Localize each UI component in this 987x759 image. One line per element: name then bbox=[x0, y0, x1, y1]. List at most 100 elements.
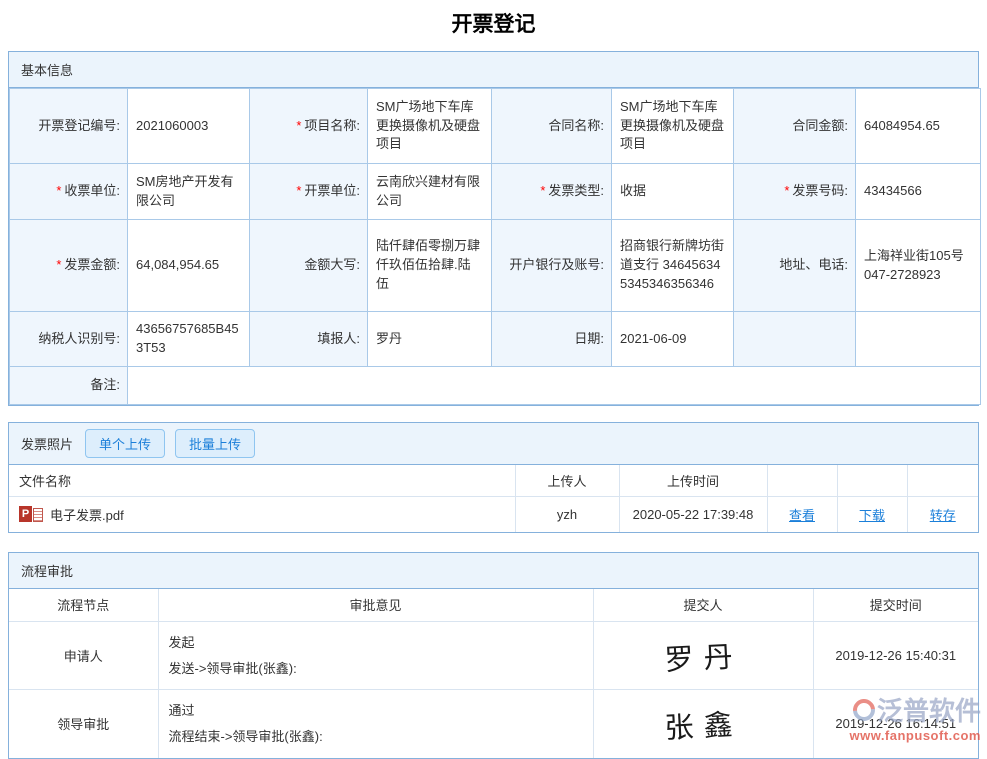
field-label-text: 地址、电话: bbox=[779, 257, 848, 272]
col-submitter: 提交人 bbox=[593, 589, 813, 622]
transfer-link[interactable]: 转存 bbox=[930, 508, 956, 523]
field-value: 陆仟肆佰零捌万肆仟玖佰伍拾肆.陆伍 bbox=[368, 220, 492, 312]
field-label: *发票金额: bbox=[10, 220, 128, 312]
col-action-1 bbox=[767, 465, 837, 497]
single-upload-button[interactable]: 单个上传 bbox=[85, 429, 165, 458]
field-label-text: 纳税人识别号: bbox=[38, 331, 120, 346]
basic-row-5: 备注: bbox=[10, 367, 981, 405]
file-name: 电子发票.pdf bbox=[50, 505, 124, 524]
file-upload-time: 2020-05-22 17:39:48 bbox=[619, 497, 767, 532]
field-value: 64084954.65 bbox=[856, 89, 981, 164]
field-value: 2021060003 bbox=[128, 89, 250, 164]
field-value: 罗丹 bbox=[368, 312, 492, 367]
pdf-icon-letter: P bbox=[19, 506, 32, 522]
field-value: SM广场地下车库更换摄像机及硬盘项目 bbox=[368, 89, 492, 164]
field-label: 合同金额: bbox=[734, 89, 856, 164]
col-opinion: 审批意见 bbox=[158, 589, 593, 622]
basic-info-panel: 基本信息 开票登记编号: 2021060003 *项目名称: SM广场地下车库更… bbox=[8, 51, 979, 406]
file-name-cell: P 电子发票.pdf bbox=[9, 497, 515, 532]
basic-info-header: 基本信息 bbox=[9, 52, 978, 88]
field-value: 43656757685B453T53 bbox=[128, 312, 250, 367]
approval-table: 流程节点 审批意见 提交人 提交时间 申请人 发起 发送->领导审批(张鑫): … bbox=[9, 589, 978, 758]
field-value: SM广场地下车库更换摄像机及硬盘项目 bbox=[612, 89, 734, 164]
field-label: *发票类型: bbox=[492, 164, 612, 220]
approval-table-header: 流程节点 审批意见 提交人 提交时间 bbox=[9, 589, 978, 622]
invoice-photos-panel: 发票照片 单个上传 批量上传 文件名称 上传人 上传时间 P 电子发票 bbox=[8, 422, 979, 533]
required-mark: * bbox=[540, 183, 545, 198]
files-table-header: 文件名称 上传人 上传时间 bbox=[9, 465, 978, 497]
col-flow-node: 流程节点 bbox=[9, 589, 158, 622]
required-mark: * bbox=[784, 183, 789, 198]
field-label-text: 开户银行及账号: bbox=[509, 257, 604, 272]
submitter-signature: 罗丹 bbox=[603, 629, 804, 681]
basic-info-table: 开票登记编号: 2021060003 *项目名称: SM广场地下车库更换摄像机及… bbox=[9, 88, 981, 405]
page-title: 开票登记 bbox=[0, 0, 987, 38]
field-label-text: 金额大写: bbox=[304, 257, 360, 272]
required-mark: * bbox=[56, 257, 61, 272]
field-label-text: 开票登记编号: bbox=[38, 118, 120, 133]
col-submit-time: 提交时间 bbox=[813, 589, 978, 622]
field-value: 云南欣兴建材有限公司 bbox=[368, 164, 492, 220]
field-label: 备注: bbox=[10, 367, 128, 405]
approval-flow-panel: 流程审批 流程节点 审批意见 提交人 提交时间 申请人 发起 发送->领导审批(… bbox=[8, 552, 979, 759]
field-label-text: 发票金额: bbox=[64, 257, 120, 272]
field-value: 43434566 bbox=[856, 164, 981, 220]
download-link[interactable]: 下载 bbox=[859, 508, 885, 523]
field-value: 收据 bbox=[612, 164, 734, 220]
view-link[interactable]: 查看 bbox=[789, 508, 815, 523]
submit-time: 2019-12-26 15:40:31 bbox=[813, 622, 978, 690]
field-label-text: 发票号码: bbox=[792, 183, 848, 198]
submitter-cell: 张鑫 bbox=[593, 690, 813, 758]
field-label: 开票登记编号: bbox=[10, 89, 128, 164]
opinion-cell: 通过 流程结束->领导审批(张鑫): bbox=[158, 690, 593, 758]
field-label-text: 开票单位: bbox=[304, 183, 360, 198]
opinion-line-2: 流程结束->领导审批(张鑫): bbox=[169, 724, 583, 749]
field-label: *发票号码: bbox=[734, 164, 856, 220]
field-label-text: 发票类型: bbox=[548, 183, 604, 198]
file-row: P 电子发票.pdf yzh 2020-05-22 17:39:48 查看 下载… bbox=[9, 497, 978, 532]
field-label: 合同名称: bbox=[492, 89, 612, 164]
field-value: 64,084,954.65 bbox=[128, 220, 250, 312]
field-label-text: 合同金额: bbox=[792, 118, 848, 133]
submitter-signature: 张鑫 bbox=[603, 698, 804, 750]
field-label: *收票单位: bbox=[10, 164, 128, 220]
opinion-cell: 发起 发送->领导审批(张鑫): bbox=[158, 622, 593, 690]
submitter-cell: 罗丹 bbox=[593, 622, 813, 690]
field-label-text: 项目名称: bbox=[304, 118, 360, 133]
pdf-icon-page bbox=[33, 508, 43, 522]
approval-row: 申请人 发起 发送->领导审批(张鑫): 罗丹 2019-12-26 15:40… bbox=[9, 622, 978, 690]
required-mark: * bbox=[296, 118, 301, 133]
file-uploader: yzh bbox=[515, 497, 619, 532]
col-uploader: 上传人 bbox=[515, 465, 619, 497]
field-label: 填报人: bbox=[250, 312, 368, 367]
basic-row-1: 开票登记编号: 2021060003 *项目名称: SM广场地下车库更换摄像机及… bbox=[10, 89, 981, 164]
approval-row: 领导审批 通过 流程结束->领导审批(张鑫): 张鑫 2019-12-26 16… bbox=[9, 690, 978, 758]
field-label: 开户银行及账号: bbox=[492, 220, 612, 312]
field-label: 纳税人识别号: bbox=[10, 312, 128, 367]
field-value: 招商银行新牌坊街道支行 346456345345346356346 bbox=[612, 220, 734, 312]
field-label-text: 收票单位: bbox=[64, 183, 120, 198]
basic-row-3: *发票金额: 64,084,954.65 金额大写: 陆仟肆佰零捌万肆仟玖佰伍拾… bbox=[10, 220, 981, 312]
basic-row-2: *收票单位: SM房地产开发有限公司 *开票单位: 云南欣兴建材有限公司 *发票… bbox=[10, 164, 981, 220]
field-label-text: 日期: bbox=[574, 331, 604, 346]
opinion-line-2: 发送->领导审批(张鑫): bbox=[169, 656, 583, 681]
field-label: 日期: bbox=[492, 312, 612, 367]
basic-row-4: 纳税人识别号: 43656757685B453T53 填报人: 罗丹 日期: 2… bbox=[10, 312, 981, 367]
batch-upload-button[interactable]: 批量上传 bbox=[175, 429, 255, 458]
submit-time: 2019-12-26 16:14:51 bbox=[813, 690, 978, 758]
required-mark: * bbox=[296, 183, 301, 198]
pdf-file-icon: P bbox=[19, 506, 43, 522]
col-action-2 bbox=[837, 465, 907, 497]
invoice-photos-header: 发票照片 单个上传 批量上传 bbox=[9, 423, 978, 465]
field-value: SM房地产开发有限公司 bbox=[128, 164, 250, 220]
invoice-photos-title: 发票照片 bbox=[21, 434, 73, 453]
field-value: 2021-06-09 bbox=[612, 312, 734, 367]
files-table: 文件名称 上传人 上传时间 P 电子发票.pdf yzh 2020-05-22 … bbox=[9, 465, 978, 532]
col-upload-time: 上传时间 bbox=[619, 465, 767, 497]
field-label: *项目名称: bbox=[250, 89, 368, 164]
flow-node: 申请人 bbox=[9, 622, 158, 690]
field-label-text: 填报人: bbox=[317, 331, 360, 346]
field-label: *开票单位: bbox=[250, 164, 368, 220]
field-label bbox=[734, 312, 856, 367]
opinion-line-1: 发起 bbox=[169, 630, 583, 655]
